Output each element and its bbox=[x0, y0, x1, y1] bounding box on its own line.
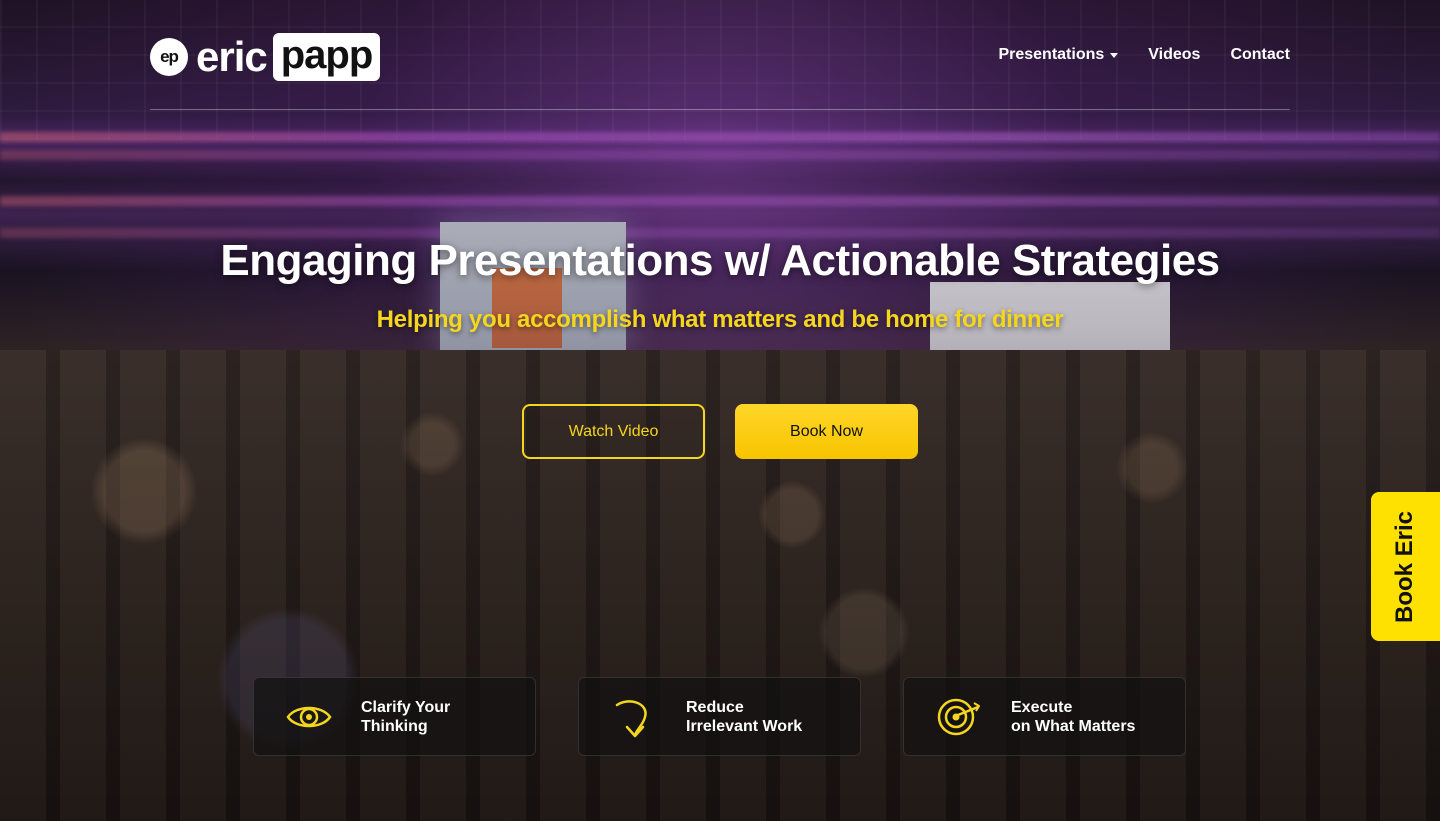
target-arrow-icon bbox=[934, 695, 984, 739]
eye-icon bbox=[284, 695, 334, 739]
nav-item-contact[interactable]: Contact bbox=[1230, 46, 1290, 64]
feature-label-line2: Thinking bbox=[361, 718, 428, 735]
book-eric-label: Book Eric bbox=[1391, 510, 1419, 623]
feature-label-line1: Execute bbox=[1011, 699, 1073, 716]
nav-item-videos[interactable]: Videos bbox=[1148, 46, 1200, 64]
book-now-button[interactable]: Book Now bbox=[735, 404, 918, 459]
curved-arrow-down-icon bbox=[609, 695, 659, 739]
logo-last-name: papp bbox=[272, 33, 381, 81]
hero-title: Engaging Presentations w/ Actionable Str… bbox=[220, 236, 1220, 285]
main-nav: Presentations Videos Contact bbox=[998, 46, 1290, 64]
logo-first-name: eric bbox=[196, 33, 268, 80]
feature-card-execute: Execute on What Matters bbox=[903, 677, 1186, 756]
watch-video-button[interactable]: Watch Video bbox=[522, 404, 705, 459]
feature-label: Execute on What Matters bbox=[1011, 698, 1135, 736]
nav-item-presentations[interactable]: Presentations bbox=[998, 46, 1119, 64]
brand-logo[interactable]: ep eric papp bbox=[150, 33, 381, 81]
nav-item-label: Presentations bbox=[998, 46, 1105, 63]
logo-mark: ep bbox=[150, 38, 188, 76]
feature-card-reduce: Reduce Irrelevant Work bbox=[578, 677, 861, 756]
feature-label-line1: Clarify Your bbox=[361, 699, 451, 716]
feature-label: Reduce Irrelevant Work bbox=[686, 698, 802, 736]
book-eric-tab[interactable]: Book Eric bbox=[1371, 492, 1440, 641]
site-header: ep eric papp Presentations Videos Contac… bbox=[150, 30, 1290, 110]
feature-label: Clarify Your Thinking bbox=[361, 698, 450, 736]
feature-label-line1: Reduce bbox=[686, 699, 744, 716]
feature-card-clarify: Clarify Your Thinking bbox=[253, 677, 536, 756]
feature-label-line2: on What Matters bbox=[1011, 718, 1136, 735]
hero-subtitle: Helping you accomplish what matters and … bbox=[376, 306, 1064, 333]
feature-label-line2: Irrelevant Work bbox=[686, 718, 803, 735]
chevron-down-icon bbox=[1110, 52, 1119, 58]
